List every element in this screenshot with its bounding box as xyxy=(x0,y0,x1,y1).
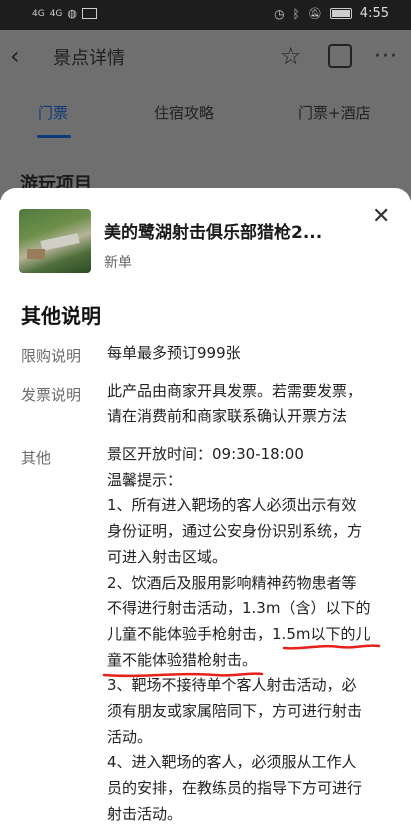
tab-bar: 门票 住宿攻略 门票+酒店 xyxy=(0,85,411,140)
signal-icon: 4G xyxy=(32,8,45,19)
close-icon[interactable]: ✕ xyxy=(372,206,390,228)
bluetooth-icon: ᛒ xyxy=(292,6,300,21)
text-line: 身份证明，通过公安身份识别系统，方 xyxy=(107,522,363,541)
battery-level xyxy=(331,10,350,17)
row-text-invoice: 此产品由商家开具发票。若需要发票， 请在消费前和商家联系确认开票方法 xyxy=(107,379,389,429)
active-tab-indicator xyxy=(37,135,71,138)
bottom-sheet: 美的鹭湖射击俱乐部猎枪2... 新单 ✕ 其他说明 限购说明 每单最多预订999… xyxy=(0,188,411,836)
text-line: 1、所有进入靶场的客人必须出示有效 xyxy=(107,496,357,515)
text-line: 不得进行射击活动，1.3m（含）以下的 xyxy=(107,599,371,618)
tab-ticket-hotel[interactable]: 门票+酒店 xyxy=(298,102,371,123)
row-label-purchase-limit: 限购说明 xyxy=(21,347,82,365)
tab-tickets[interactable]: 门票 xyxy=(38,102,68,123)
text-line: 射击活动。 xyxy=(107,804,183,823)
text-line: 温馨提示： xyxy=(107,470,183,489)
alarm-icon: ◷ xyxy=(274,6,285,21)
section-title: 其他说明 xyxy=(21,304,101,328)
text-line: 须有朋友或家属陪同下，方可进行射击 xyxy=(107,702,363,721)
text-line: 此产品由商家开具发票。若需要发票， xyxy=(107,382,363,400)
more-icon[interactable]: ··· xyxy=(374,44,398,69)
status-bar: 4G 4G ◍ ◷ ᛒ 🔕︎ 4:55 xyxy=(0,0,411,30)
text-line: 3、靶场不接待单个客人射击活动，必 xyxy=(107,676,357,695)
status-time: 4:55 xyxy=(359,6,389,21)
text-line: 请在消费前和商家联系确认开票方法 xyxy=(107,407,348,425)
share-icon[interactable] xyxy=(328,44,352,68)
star-icon[interactable]: ☆ xyxy=(280,42,302,70)
row-label-invoice: 发票说明 xyxy=(21,386,82,404)
text-line: 童不能体验猎枪射击。 xyxy=(107,650,258,669)
battery-icon xyxy=(329,8,352,19)
messenger-icon: ◍ xyxy=(67,7,78,20)
row-text-other: 景区开放时间：09:30-18:00 温馨提示： 1、所有进入靶场的客人必须出示… xyxy=(107,442,389,828)
mute-icon: 🔕︎ xyxy=(307,7,322,20)
text-line: 4、进入靶场的客人，必须服从工作人 xyxy=(107,753,357,772)
mail-icon xyxy=(82,8,98,19)
product-thumbnail xyxy=(19,209,91,273)
product-title: 美的鹭湖射击俱乐部猎枪2... xyxy=(104,223,323,243)
back-icon[interactable]: ‹ xyxy=(10,44,34,68)
tab-lodging-guide[interactable]: 住宿攻略 xyxy=(154,102,214,123)
text-line: 可进入射击区域。 xyxy=(107,547,228,566)
signal-icon: 4G xyxy=(49,8,63,19)
row-text-purchase-limit: 每单最多预订999张 xyxy=(107,341,389,366)
text-line: 景区开放时间：09:30-18:00 xyxy=(107,445,304,463)
text-line: 儿童不能体验手枪射击，1.5m以下的儿 xyxy=(107,624,371,643)
product-tag: 新单 xyxy=(104,255,132,271)
nav-bar: ‹ 景点详情 ☆ ··· xyxy=(0,30,411,85)
text-line: 员的安排，在教练员的指导下方可进行 xyxy=(107,779,363,798)
text-line: 活动。 xyxy=(107,727,153,746)
text-line: 2、饮酒后及服用影响精神药物患者等 xyxy=(107,573,357,592)
text-line: 每单最多预订999张 xyxy=(107,344,241,362)
row-label-other: 其他 xyxy=(21,449,52,467)
page-title: 景点详情 xyxy=(53,48,125,69)
